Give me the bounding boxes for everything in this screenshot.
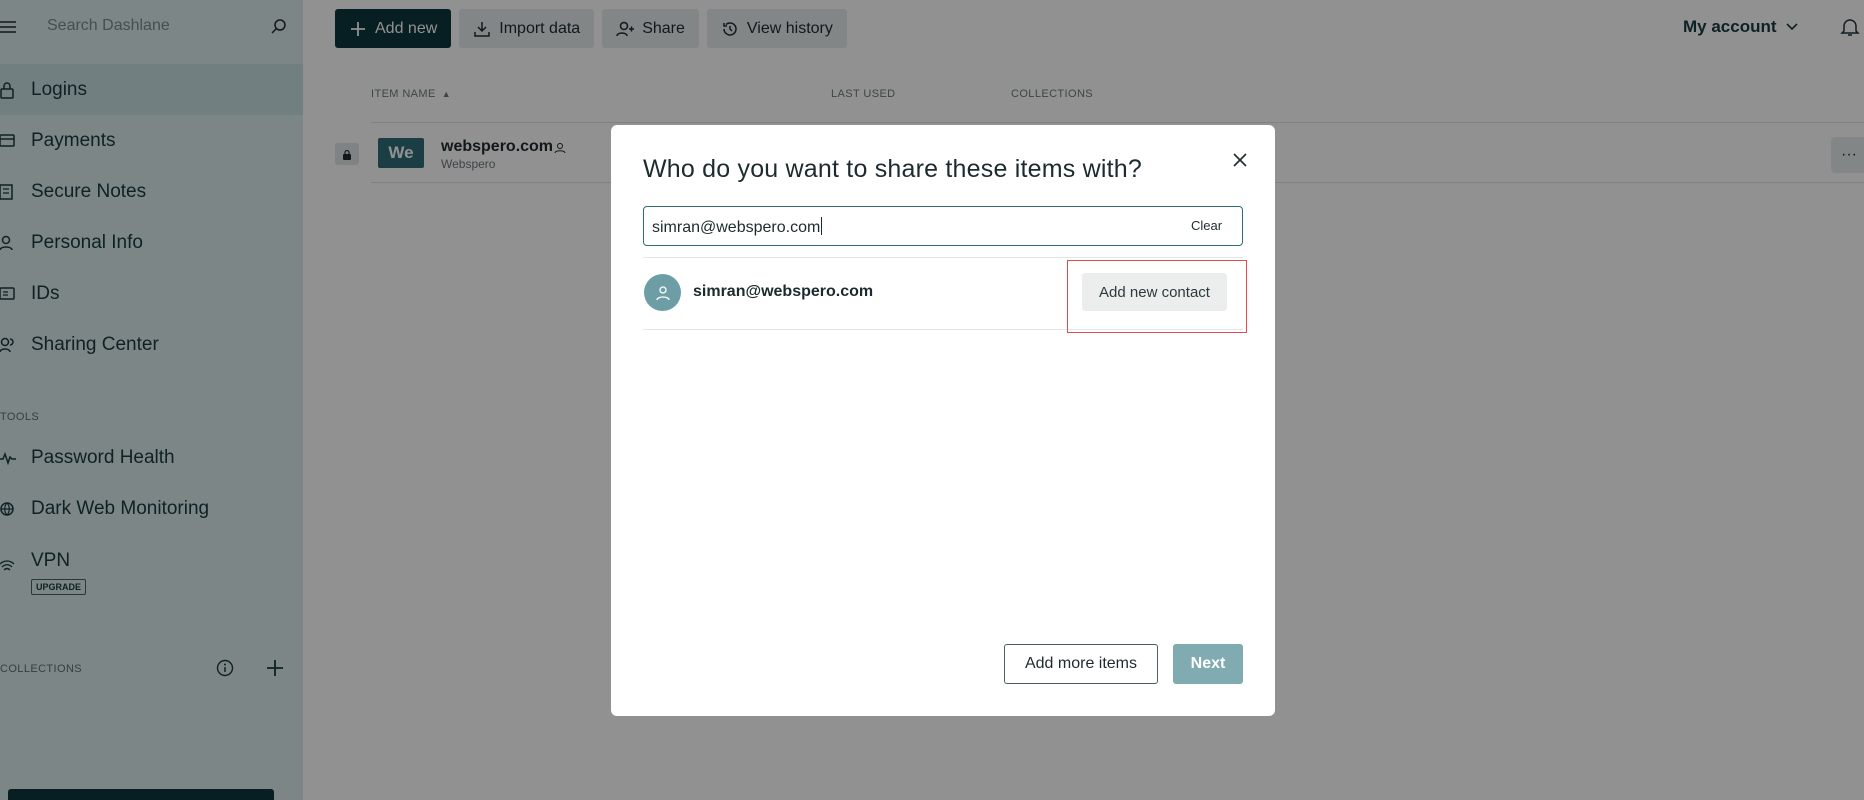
close-icon <box>1233 153 1247 167</box>
avatar <box>644 274 681 311</box>
share-dialog: Who do you want to share these items wit… <box>611 125 1275 716</box>
next-button[interactable]: Next <box>1173 644 1243 684</box>
text-caret <box>821 217 823 235</box>
person-icon <box>655 285 670 300</box>
contact-email: simran@webspero.com <box>693 283 874 300</box>
clear-button[interactable]: Clear <box>1191 218 1222 233</box>
highlight-box <box>1067 260 1247 333</box>
recipient-email-input[interactable]: simran@webspero.com Clear <box>643 206 1243 246</box>
add-more-items-button[interactable]: Add more items <box>1004 644 1158 684</box>
recipient-email-value: simran@webspero.com <box>652 217 823 236</box>
close-button[interactable] <box>1227 147 1253 173</box>
dialog-title: Who do you want to share these items wit… <box>643 155 1142 183</box>
